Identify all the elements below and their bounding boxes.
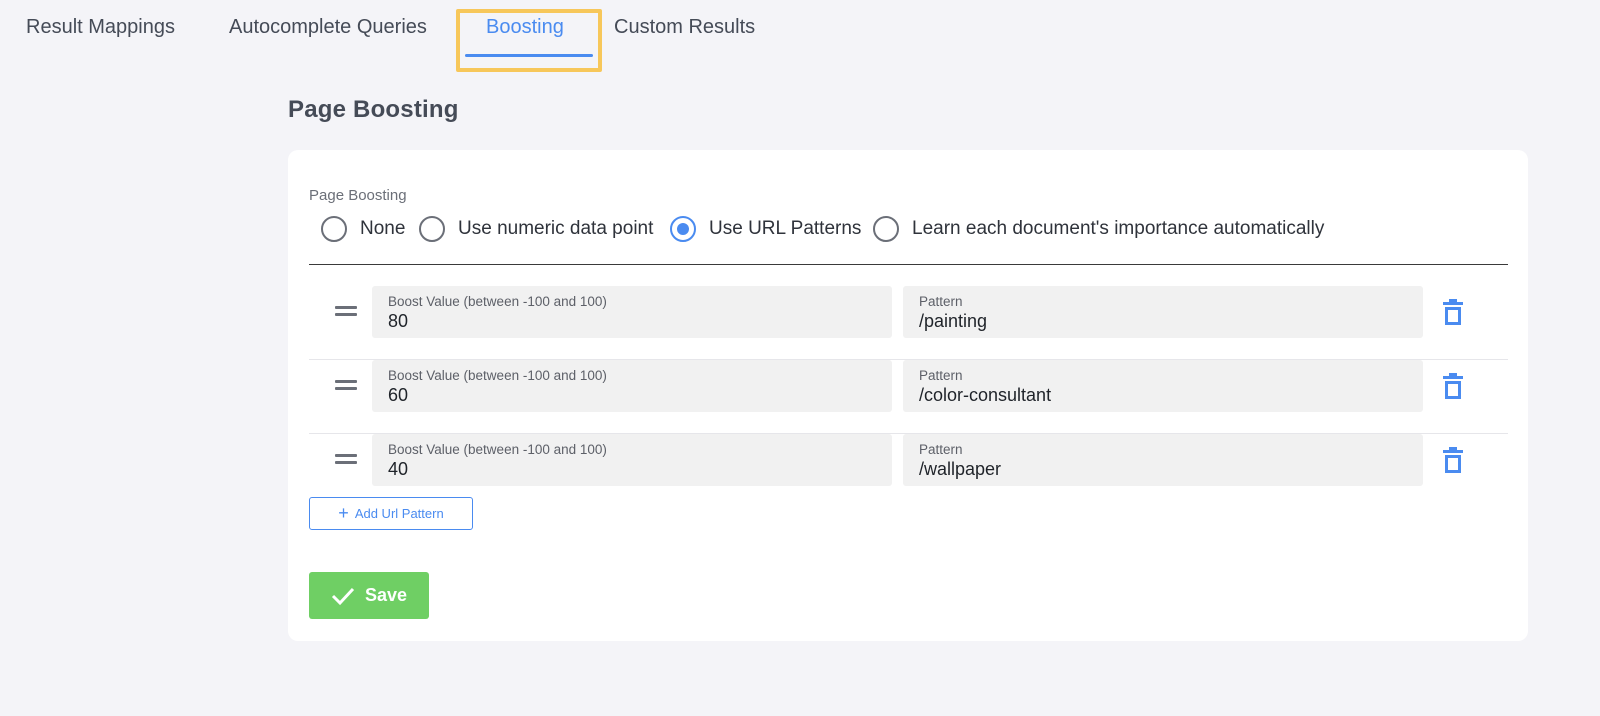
radio-label: Learn each document's importance automat…	[912, 218, 1325, 239]
boost-value: 40	[388, 459, 409, 479]
add-url-pattern-button[interactable]: + Add Url Pattern	[309, 497, 473, 530]
url-pattern-row: Boost Value (between -100 and 100) 40 Pa…	[309, 434, 1508, 508]
add-url-pattern-label: Add Url Pattern	[354, 506, 444, 521]
plus-icon: +	[338, 502, 349, 523]
url-pattern-row: Boost Value (between -100 and 100) 80 Pa…	[309, 286, 1508, 360]
check-icon	[331, 587, 355, 605]
divider	[309, 264, 1508, 265]
radio-circle[interactable]	[321, 216, 347, 242]
tab-result-mappings[interactable]: Result Mappings	[26, 16, 175, 39]
radio-label: Use numeric data point	[458, 218, 654, 239]
boost-value-label: Boost Value (between -100 and 100)	[388, 368, 607, 383]
radio-label: Use URL Patterns	[709, 218, 862, 239]
tab-bar: Result Mappings Autocomplete Queries Boo…	[0, 0, 1600, 72]
url-pattern-row: Boost Value (between -100 and 100) 60 Pa…	[309, 360, 1508, 434]
drag-handle-icon[interactable]	[335, 454, 357, 466]
pattern-value: /color-consultant	[919, 385, 1052, 405]
radio-circle[interactable]	[419, 216, 445, 242]
pattern-value: /wallpaper	[919, 459, 1002, 479]
boost-value: 60	[388, 385, 409, 405]
boost-value-label: Boost Value (between -100 and 100)	[388, 442, 607, 457]
active-tab-indicator	[465, 54, 593, 57]
save-label: Save	[364, 585, 408, 605]
pattern-input[interactable]: Pattern /color-consultant	[903, 360, 1423, 412]
drag-handle-icon[interactable]	[335, 380, 357, 392]
drag-handle-icon[interactable]	[335, 306, 357, 318]
trash-icon[interactable]	[1441, 447, 1465, 475]
pattern-value: /painting	[919, 311, 988, 331]
page-boosting-card: Page Boosting None Use numeric data poin…	[288, 150, 1528, 641]
trash-icon[interactable]	[1441, 299, 1465, 327]
pattern-label: Pattern	[919, 294, 963, 309]
pattern-input[interactable]: Pattern /painting	[903, 286, 1423, 338]
trash-icon[interactable]	[1441, 373, 1465, 401]
boost-value-input[interactable]: Boost Value (between -100 and 100) 40	[372, 434, 892, 486]
boost-value-input[interactable]: Boost Value (between -100 and 100) 80	[372, 286, 892, 338]
pattern-input[interactable]: Pattern /wallpaper	[903, 434, 1423, 486]
save-button[interactable]: Save	[309, 572, 429, 619]
radio-circle[interactable]	[873, 216, 899, 242]
page-title: Page Boosting	[288, 96, 459, 123]
pattern-label: Pattern	[919, 368, 963, 383]
boost-value: 80	[388, 311, 409, 331]
tab-boosting[interactable]: Boosting	[486, 16, 564, 39]
radio-circle[interactable]	[670, 216, 696, 242]
boost-value-input[interactable]: Boost Value (between -100 and 100) 60	[372, 360, 892, 412]
tab-custom-results[interactable]: Custom Results	[614, 16, 755, 39]
boost-value-label: Boost Value (between -100 and 100)	[388, 294, 607, 309]
tab-autocomplete-queries[interactable]: Autocomplete Queries	[229, 16, 427, 39]
pattern-label: Pattern	[919, 442, 963, 457]
radio-label: None	[360, 218, 406, 239]
page-boosting-label: Page Boosting	[309, 187, 407, 204]
